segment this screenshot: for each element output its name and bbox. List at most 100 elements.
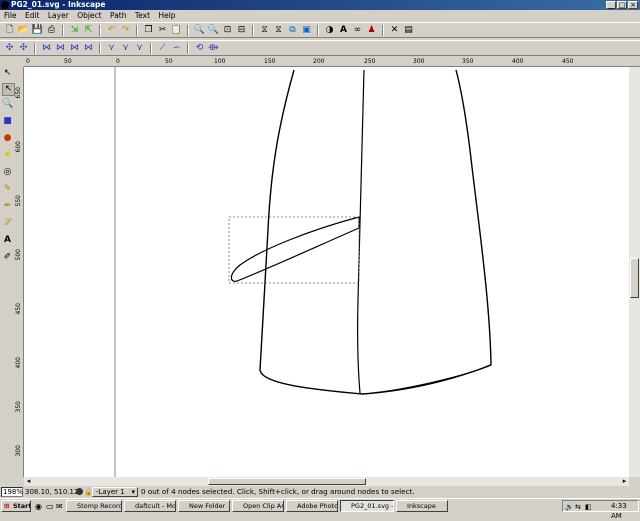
pocket-welt-path[interactable]: [230, 216, 360, 282]
line-segment-icon[interactable]: ⟋: [157, 43, 168, 54]
print-icon[interactable]: ⎙: [46, 25, 57, 36]
task-new-folder[interactable]: New Folder: [178, 500, 230, 512]
toolbar-separator: [187, 42, 189, 54]
star-icon[interactable]: ★: [2, 150, 13, 161]
start-button[interactable]: ⊞ Start: [1, 500, 31, 512]
preferences-icon[interactable]: ✕: [389, 25, 400, 36]
dropper-icon[interactable]: ✐: [2, 252, 13, 263]
align-icon[interactable]: ♟: [366, 25, 377, 36]
current-layer-label: -Layer 1: [96, 488, 125, 496]
horizontal-ruler[interactable]: 0 50 0 50 100 150 200 250 300 350 400 45…: [24, 58, 640, 67]
selector-icon[interactable]: ↖: [2, 68, 13, 79]
object-to-path-icon[interactable]: ⟲: [194, 43, 205, 54]
vertical-scroll-thumb[interactable]: [630, 258, 639, 298]
task-inkscape[interactable]: Inkscape: [396, 500, 448, 512]
rectangle-icon[interactable]: ■: [2, 116, 13, 127]
zoom-icon[interactable]: 🔍: [2, 99, 13, 110]
toolbar-separator: [382, 24, 384, 36]
minimize-button[interactable]: _: [606, 1, 616, 9]
save-icon[interactable]: 💾: [32, 25, 43, 36]
garment-outline[interactable]: [259, 69, 492, 395]
vertical-ruler[interactable]: 650 600 550 500 450 400 350 300: [15, 67, 24, 477]
group-icon[interactable]: ▣: [301, 25, 312, 36]
layer-visibility-icon[interactable]: [76, 488, 83, 495]
network-icon[interactable]: ⇆: [575, 501, 581, 513]
taskbar: ⊞ Start ◉ ▭ ✉ Stomp Record... daftcult -…: [0, 498, 640, 520]
quick-launch-desktop-icon[interactable]: ▭: [46, 501, 54, 513]
zoom-selection-icon[interactable]: 🔍: [194, 25, 205, 36]
volume-icon[interactable]: 🔊: [565, 501, 574, 513]
spiral-icon[interactable]: ◎: [2, 167, 13, 178]
scroll-right-arrow-icon[interactable]: ▸: [620, 477, 629, 486]
text-icon[interactable]: A: [2, 235, 13, 246]
zoom-page-icon[interactable]: ⊡: [222, 25, 233, 36]
redo-icon[interactable]: ↷: [120, 25, 131, 36]
export-icon[interactable]: ⇱: [83, 25, 94, 36]
curve-segment-icon[interactable]: ∽: [171, 43, 182, 54]
menu-help[interactable]: Help: [158, 11, 175, 20]
zoom-field[interactable]: 198%: [1, 487, 23, 497]
import-icon[interactable]: ⇲: [69, 25, 80, 36]
toolbar-separator: [62, 24, 64, 36]
horizontal-scroll-thumb[interactable]: [208, 478, 366, 485]
break-node-icon[interactable]: ⋈: [83, 43, 94, 54]
ruler-label: 250: [364, 58, 376, 65]
menu-text[interactable]: Text: [135, 11, 150, 20]
menu-layer[interactable]: Layer: [48, 11, 69, 20]
symmetric-node-icon[interactable]: ⋎: [134, 43, 145, 54]
tray-app-icon[interactable]: ◧: [585, 501, 592, 513]
task-stomp-record[interactable]: Stomp Record...: [66, 500, 122, 512]
copy-icon[interactable]: ❐: [143, 25, 154, 36]
insert-node-icon[interactable]: ✣: [4, 43, 15, 54]
hem-line[interactable]: [361, 364, 491, 395]
task-daftcult-mozilla[interactable]: daftcult - Mozil...: [124, 500, 176, 512]
ruler-label: 0: [116, 58, 120, 65]
document-props-icon[interactable]: ▤: [403, 25, 414, 36]
pencil-icon[interactable]: ✎: [2, 184, 13, 195]
task-open-clip-art[interactable]: Open Clip Art ...: [232, 500, 284, 512]
window-title: PG2_01.svg - Inkscape: [11, 0, 106, 9]
menu-file[interactable]: File: [4, 11, 17, 20]
delete-segment-icon[interactable]: ⋈: [69, 43, 80, 54]
task-adobe-photoshop[interactable]: Adobe Photos...: [286, 500, 338, 512]
clone-icon[interactable]: ⧖: [273, 25, 284, 36]
fill-stroke-icon[interactable]: ◑: [324, 25, 335, 36]
delete-node-icon[interactable]: ✣: [18, 43, 29, 54]
menu-object[interactable]: Object: [77, 11, 101, 20]
unlink-clone-icon[interactable]: ⧉: [287, 25, 298, 36]
zoom-drawing-icon[interactable]: 🔍: [208, 25, 219, 36]
center-seam[interactable]: [357, 69, 365, 394]
quick-launch-outlook-icon[interactable]: ✉: [56, 501, 63, 513]
node-editor-icon[interactable]: ↖: [2, 83, 15, 96]
duplicate-icon[interactable]: ⧖: [259, 25, 270, 36]
cut-icon[interactable]: ✂: [157, 25, 168, 36]
join-segment-icon[interactable]: ⋈: [55, 43, 66, 54]
selection-bbox: [228, 216, 360, 284]
join-nodes-icon[interactable]: ⋈: [41, 43, 52, 54]
layer-selector[interactable]: -Layer 1 ▾: [92, 487, 138, 497]
zoom-width-icon[interactable]: ⊟: [236, 25, 247, 36]
paste-icon[interactable]: 📋: [171, 25, 182, 36]
quick-launch-ie-icon[interactable]: ◉: [35, 501, 42, 513]
menu-edit[interactable]: Edit: [25, 11, 40, 20]
task-pg2-inkscape[interactable]: PG2_01.svg - ...: [340, 500, 394, 512]
xml-editor-icon[interactable]: ∞: [352, 25, 363, 36]
calligraphy-icon[interactable]: 𝒮: [2, 218, 13, 229]
toolbar-separator: [252, 24, 254, 36]
scroll-left-arrow-icon[interactable]: ◂: [24, 477, 33, 486]
text-font-icon[interactable]: A: [338, 25, 349, 36]
smooth-node-icon[interactable]: ⋎: [120, 43, 131, 54]
new-icon[interactable]: 🗋: [4, 25, 15, 36]
close-button[interactable]: ×: [628, 1, 638, 9]
maximize-button[interactable]: □: [617, 1, 627, 9]
cusp-node-icon[interactable]: ⋎: [106, 43, 117, 54]
drawing-canvas[interactable]: [24, 67, 629, 477]
commands-toolbar: 🗋 📂 💾 ⎙ ⇲ ⇱ ↶ ↷ ❐ ✂ 📋 🔍 🔍 ⊡ ⊟ ⧖ ⧖ ⧉ ▣ ◑ …: [0, 22, 640, 38]
menu-path[interactable]: Path: [110, 11, 126, 20]
chevron-down-icon: ▾: [131, 488, 135, 496]
open-icon[interactable]: 📂: [18, 25, 29, 36]
undo-icon[interactable]: ↶: [106, 25, 117, 36]
stroke-to-path-icon[interactable]: ⟴: [208, 43, 219, 54]
ellipse-icon[interactable]: ●: [2, 133, 13, 144]
pen-icon[interactable]: ✒: [2, 201, 13, 212]
